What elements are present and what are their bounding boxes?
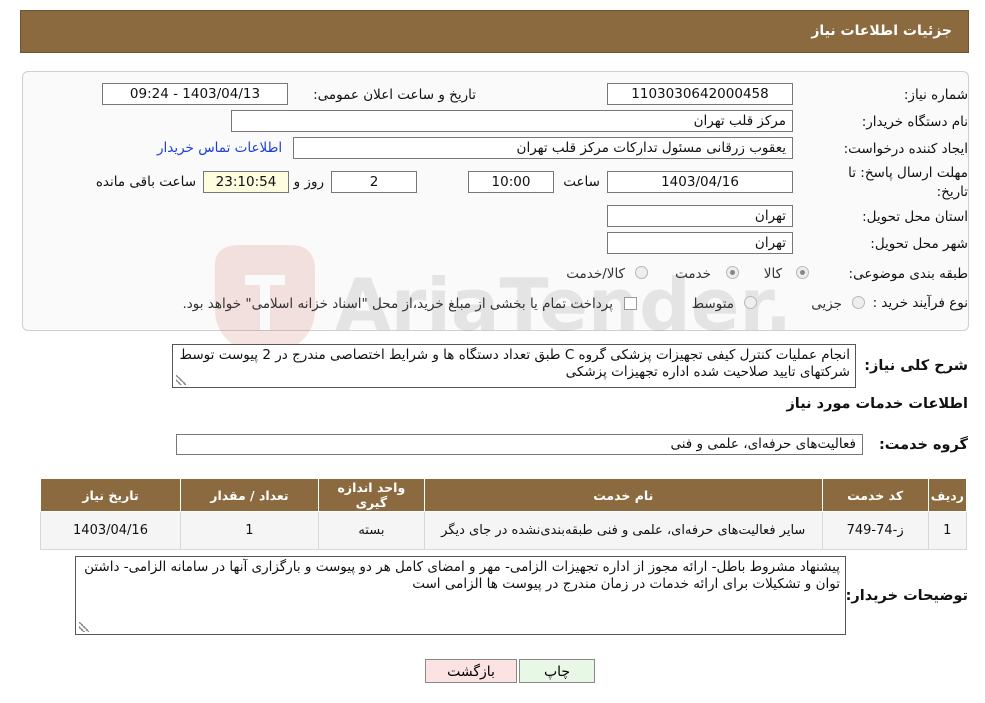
table-row: 1 ز-74-749 سایر فعالیت‌های حرفه‌ای، علمی… [39, 511, 968, 550]
category-goods-radio[interactable] [796, 266, 809, 279]
buyer-org-field: مرکز قلب تهران [231, 110, 793, 132]
buyer-notes-textarea: پیشنهاد مشروط باطل- ارائه مجوز از اداره … [75, 556, 846, 635]
col-unit: واحد اندازه گیری [317, 478, 425, 512]
city-field: تهران [607, 232, 793, 254]
description-textarea: انجام عملیات کنترل کیفی تجهیزات پزشکی گر… [172, 344, 856, 388]
creator-field: یعقوب زرقانی مسئول تدارکات مرکز قلب تهرا… [293, 137, 793, 159]
service-group-field: فعالیت‌های حرفه‌ای، علمی و فنی [176, 434, 863, 455]
cell-name: سایر فعالیت‌های حرفه‌ای، علمی و فنی طبقه… [423, 511, 823, 550]
city-label: شهر محل تحویل: [870, 236, 968, 252]
process-type-label: نوع فرآیند خرید : [872, 295, 968, 311]
cell-row: 1 [927, 511, 968, 550]
cell-code: ز-74-749 [821, 511, 929, 550]
cell-unit: بسته [317, 511, 425, 550]
col-name: نام خدمت [423, 478, 823, 512]
deadline-label-date: تاریخ: [936, 184, 968, 200]
page-title: جزئیات اطلاعات نیاز [811, 23, 952, 39]
category-service-label: خدمت [675, 266, 711, 282]
back-button[interactable]: بازگشت [425, 659, 517, 683]
cell-date: 1403/04/16 [39, 511, 182, 550]
need-number-field: 1103030642000458 [607, 83, 793, 105]
deadline-time-label: ساعت [563, 174, 600, 190]
days-label: روز و [293, 174, 324, 190]
category-goods-label: کالا [763, 266, 782, 282]
treasury-payment-note: پرداخت تمام یا بخشی از مبلغ خرید،از محل … [182, 296, 613, 312]
province-field: تهران [607, 205, 793, 227]
buyer-contact-link[interactable]: اطلاعات تماس خریدار [157, 140, 282, 156]
process-medium-radio[interactable] [744, 296, 757, 309]
services-table: ردیف کد خدمت نام خدمت واحد اندازه گیری ت… [39, 478, 968, 550]
remaining-days-field: 2 [331, 171, 417, 193]
description-label: شرح کلی نیاز: [864, 358, 968, 374]
category-label: طبقه بندی موضوعی: [848, 266, 968, 282]
col-date: تاریخ نیاز [39, 478, 182, 512]
process-minor-label: جزیی [811, 296, 842, 312]
deadline-date-field: 1403/04/16 [607, 171, 793, 193]
description-resize-icon[interactable] [176, 375, 186, 385]
remaining-time-label: ساعت باقی مانده [95, 174, 196, 190]
col-row: ردیف [927, 478, 968, 512]
deadline-label: مهلت ارسال پاسخ: تا [848, 165, 968, 181]
province-label: استان محل تحویل: [862, 209, 968, 225]
announce-datetime-field: 1403/04/13 - 09:24 [102, 83, 288, 105]
services-section-title: اطلاعات خدمات مورد نیاز [786, 396, 968, 412]
announce-datetime-label: تاریخ و ساعت اعلان عمومی: [313, 87, 476, 103]
category-goods-service-label: کالا/خدمت [566, 266, 625, 282]
table-header-row: ردیف کد خدمت نام خدمت واحد اندازه گیری ت… [39, 478, 968, 512]
buyer-notes-resize-icon[interactable] [79, 622, 89, 632]
cell-qty: 1 [180, 511, 319, 550]
remaining-time-field: 23:10:54 [203, 171, 289, 193]
service-group-label: گروه خدمت: [878, 437, 968, 453]
col-code: کد خدمت [821, 478, 929, 512]
category-goods-service-radio[interactable] [635, 266, 648, 279]
creator-label: ایجاد کننده درخواست: [843, 141, 968, 157]
page-header: جزئیات اطلاعات نیاز [20, 10, 969, 53]
treasury-payment-checkbox[interactable] [624, 297, 637, 310]
col-qty: تعداد / مقدار [180, 478, 319, 512]
deadline-time-field: 10:00 [468, 171, 554, 193]
category-service-radio[interactable] [726, 266, 739, 279]
process-medium-label: متوسط [691, 296, 734, 312]
buyer-org-label: نام دستگاه خریدار: [861, 114, 968, 130]
print-button[interactable]: چاپ [519, 659, 595, 683]
buyer-notes-label: توضیحات خریدار: [845, 588, 968, 604]
process-minor-radio[interactable] [852, 296, 865, 309]
need-number-label: شماره نیاز: [903, 87, 968, 103]
